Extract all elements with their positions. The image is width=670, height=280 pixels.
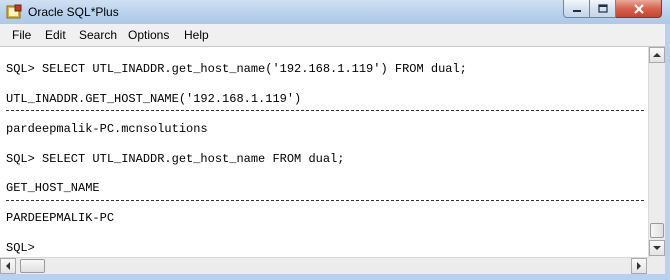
scroll-left-button[interactable] [0, 258, 16, 274]
menu-help[interactable]: Help [184, 28, 209, 42]
menu-search[interactable]: Search [79, 28, 117, 42]
column-separator [6, 200, 644, 201]
horizontal-scrollbar[interactable] [0, 257, 665, 274]
arrow-down-icon [653, 246, 661, 250]
vertical-scrollbar[interactable] [648, 47, 665, 257]
sqlplus-window: Oracle SQL*Plus File Edit Search Options… [0, 0, 670, 280]
console-line: SQL> SELECT UTL_INADDR.get_host_name FRO… [6, 152, 345, 166]
console-line: UTL_INADDR.GET_HOST_NAME('192.168.1.119'… [6, 92, 302, 106]
console-line: GET_HOST_NAME [6, 181, 100, 195]
scrollbar-corner [648, 257, 665, 274]
minimize-icon [572, 9, 581, 12]
console-line: PARDEEPMALIK-PC [6, 211, 115, 225]
arrow-right-icon [637, 262, 641, 270]
console-prompt: SQL> [6, 241, 35, 255]
vertical-scroll-thumb[interactable] [650, 223, 664, 238]
maximize-button[interactable] [590, 0, 616, 18]
maximize-icon [597, 4, 608, 13]
arrow-up-icon [653, 53, 661, 57]
menu-bar: File Edit Search Options Help [0, 24, 670, 47]
console-line: SQL> SELECT UTL_INADDR.get_host_name('19… [6, 62, 467, 76]
close-button[interactable] [616, 0, 662, 18]
window-frame-bottom [0, 274, 670, 280]
title-bar[interactable]: Oracle SQL*Plus [0, 0, 670, 25]
close-icon [633, 3, 644, 14]
menu-file[interactable]: File [12, 28, 31, 42]
menu-edit[interactable]: Edit [45, 28, 66, 42]
menu-options[interactable]: Options [128, 28, 169, 42]
window-title: Oracle SQL*Plus [28, 5, 119, 19]
scroll-right-button[interactable] [631, 258, 647, 274]
minimize-button[interactable] [563, 0, 590, 18]
console-output[interactable]: SQL> SELECT UTL_INADDR.get_host_name('19… [0, 47, 648, 257]
sqlplus-app-icon [6, 4, 22, 19]
window-frame-right [665, 24, 670, 280]
horizontal-scroll-thumb[interactable] [20, 259, 45, 273]
column-separator [6, 110, 644, 111]
scroll-up-button[interactable] [649, 47, 665, 63]
console-line: pardeepmalik-PC.mcnsolutions [6, 122, 208, 136]
arrow-left-icon [6, 262, 10, 270]
scroll-down-button[interactable] [649, 240, 665, 256]
